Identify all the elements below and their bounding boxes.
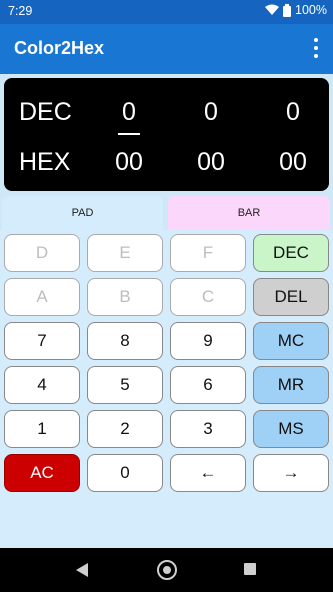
status-bar: 7:29 100% xyxy=(0,0,333,24)
key-d[interactable]: D xyxy=(4,234,80,272)
dec-label: DEC xyxy=(19,98,72,126)
tab-bar[interactable]: BAR xyxy=(168,196,330,230)
nav-back-icon[interactable] xyxy=(76,563,88,577)
status-time: 7:29 xyxy=(8,4,33,18)
key-2[interactable]: 2 xyxy=(87,410,163,448)
hex-value-green[interactable]: 00 xyxy=(186,148,236,177)
app-bar: Color2Hex xyxy=(0,24,333,74)
tab-pad[interactable]: PAD xyxy=(2,196,163,230)
key-9[interactable]: 9 xyxy=(170,322,246,360)
hex-value-red[interactable]: 00 xyxy=(104,148,154,177)
key-e[interactable]: E xyxy=(87,234,163,272)
mc-button[interactable]: MC xyxy=(253,322,329,360)
key-a[interactable]: A xyxy=(4,278,80,316)
key-1[interactable]: 1 xyxy=(4,410,80,448)
cursor-left-button[interactable]: ← xyxy=(170,454,246,492)
key-c[interactable]: C xyxy=(170,278,246,316)
cursor-underline xyxy=(118,133,140,135)
key-0[interactable]: 0 xyxy=(87,454,163,492)
key-f[interactable]: F xyxy=(170,234,246,272)
del-button[interactable]: DEL xyxy=(253,278,329,316)
nav-home-icon[interactable] xyxy=(157,560,177,580)
dec-button[interactable]: DEC xyxy=(253,234,329,272)
overflow-menu-icon[interactable] xyxy=(313,38,319,58)
dec-value-green[interactable]: 0 xyxy=(186,98,236,127)
hex-label: HEX xyxy=(19,148,71,176)
hex-value-blue[interactable]: 00 xyxy=(268,148,318,177)
nav-recents-icon[interactable] xyxy=(244,563,256,575)
ac-button[interactable]: AC xyxy=(4,454,80,492)
app-title: Color2Hex xyxy=(14,38,105,58)
ms-button[interactable]: MS xyxy=(253,410,329,448)
key-8[interactable]: 8 xyxy=(87,322,163,360)
main-content: DEC 0 0 0 HEX 00 00 00 PAD BAR D E F DEC… xyxy=(0,74,333,548)
color-display: DEC 0 0 0 HEX 00 00 00 xyxy=(4,78,329,191)
battery-percent: 100% xyxy=(295,3,327,17)
status-icons: 100% xyxy=(265,3,327,17)
key-5[interactable]: 5 xyxy=(87,366,163,404)
battery-icon xyxy=(283,3,292,17)
key-4[interactable]: 4 xyxy=(4,366,80,404)
key-3[interactable]: 3 xyxy=(170,410,246,448)
dec-value-blue[interactable]: 0 xyxy=(268,98,318,127)
key-b[interactable]: B xyxy=(87,278,163,316)
wifi-icon xyxy=(265,4,280,15)
key-7[interactable]: 7 xyxy=(4,322,80,360)
system-nav-bar xyxy=(0,548,333,592)
mr-button[interactable]: MR xyxy=(253,366,329,404)
dec-value-red[interactable]: 0 xyxy=(104,98,154,127)
cursor-right-button[interactable]: → xyxy=(253,454,329,492)
key-6[interactable]: 6 xyxy=(170,366,246,404)
keypad: D E F DEC A B C DEL 7 8 9 MC 4 5 6 MR 1 … xyxy=(0,230,333,548)
